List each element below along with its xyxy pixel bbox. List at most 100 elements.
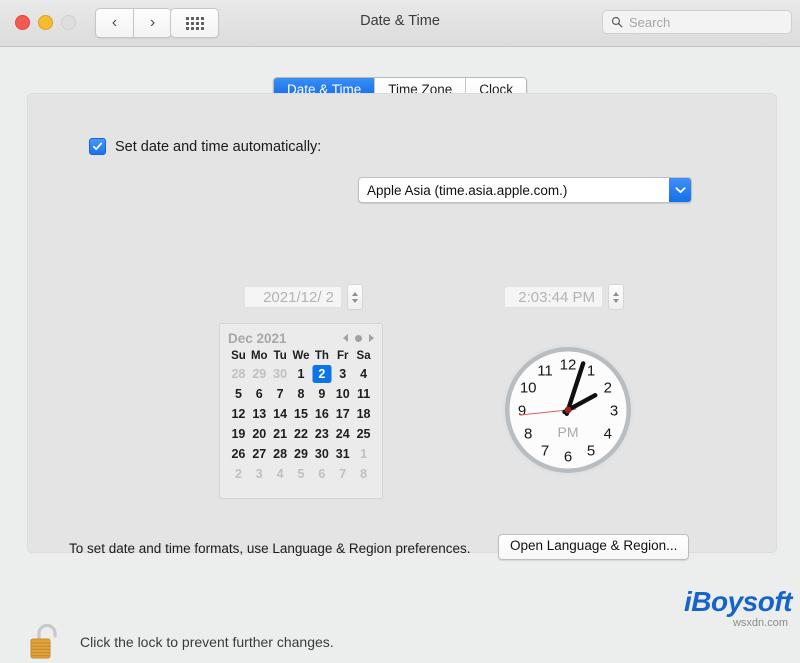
triangle-left-icon[interactable] — [343, 334, 348, 342]
calendar-header: Dec 2021 — [228, 329, 374, 347]
calendar-day[interactable]: 7 — [270, 384, 291, 404]
time-server-dropdown[interactable]: Apple Asia (time.asia.apple.com.) — [358, 177, 692, 203]
set-automatically-label: Set date and time automatically: — [115, 138, 322, 155]
calendar-day[interactable]: 5 — [291, 464, 312, 484]
brand-subtitle: wsxdn.com — [732, 617, 788, 629]
search-icon — [611, 16, 623, 28]
clock-numeral: 10 — [520, 380, 537, 397]
unlocked-padlock-icon[interactable] — [28, 621, 62, 663]
search-field[interactable]: Search — [602, 10, 792, 34]
day-header: Fr — [336, 350, 349, 362]
settings-panel: Set date and time automatically: 2021/12… — [27, 93, 777, 560]
calendar-day[interactable]: 3 — [332, 364, 353, 384]
calendar-week-row: 19 20 21 22 23 24 25 — [228, 424, 374, 444]
calendar-day[interactable]: 8 — [291, 384, 312, 404]
calendar-day[interactable]: 7 — [332, 464, 353, 484]
clock-numeral: 4 — [604, 426, 612, 443]
calendar-day[interactable]: 20 — [249, 424, 270, 444]
calendar-week-row: 26 27 28 29 30 31 1 — [228, 444, 374, 464]
calendar-day[interactable]: 30 — [311, 444, 332, 464]
stepper-up-icon — [352, 291, 358, 296]
chevron-down-icon — [674, 187, 686, 194]
clock-numeral: 3 — [610, 403, 618, 420]
calendar-day[interactable]: 16 — [311, 404, 332, 424]
calendar-day[interactable]: 29 — [249, 364, 270, 384]
calendar-day[interactable]: 22 — [291, 424, 312, 444]
calendar-day[interactable]: 31 — [332, 444, 353, 464]
calendar-day-selected[interactable]: 2 — [311, 364, 332, 384]
stepper-up-icon — [613, 291, 619, 296]
calendar-day[interactable]: 25 — [353, 424, 374, 444]
calendar-day[interactable]: 24 — [332, 424, 353, 444]
calendar-day[interactable]: 21 — [270, 424, 291, 444]
calendar-day[interactable]: 6 — [311, 464, 332, 484]
calendar-day[interactable]: 1 — [353, 444, 374, 464]
calendar-day[interactable]: 4 — [270, 464, 291, 484]
clock-numeral: 1 — [587, 363, 595, 380]
day-header: Su — [231, 350, 246, 362]
calendar-week-row: 2345678 — [228, 464, 374, 484]
clock-numeral: 12 — [560, 357, 577, 374]
analog-clock-face: 12 12 3 45678 9 1011 PM — [502, 344, 634, 476]
day-header: We — [292, 350, 310, 362]
calendar-day[interactable]: 23 — [311, 424, 332, 444]
stepper-down-icon — [352, 298, 358, 303]
calendar-day[interactable]: 27 — [249, 444, 270, 464]
analog-clock: 12 1 2 3 4 5 6 7 8 9 10 11 PM — [500, 342, 636, 478]
calendar-day[interactable]: 29 — [291, 444, 312, 464]
calendar-week-row: 5 6 7 8 9 10 11 — [228, 384, 374, 404]
time-stepper[interactable] — [608, 284, 624, 310]
calendar-day[interactable]: 13 — [249, 404, 270, 424]
calendar-day[interactable]: 26 — [228, 444, 249, 464]
triangle-right-icon[interactable] — [369, 334, 374, 342]
calendar-day[interactable]: 17 — [332, 404, 353, 424]
calendar-day[interactable]: 12 — [228, 404, 249, 424]
calendar-day[interactable]: 14 — [270, 404, 291, 424]
calendar-body: 28 29 30 1 2 3 4 5 6 7 8 9 10 11 12 13 14 15 16 17 18 19 20 21 2… — [228, 364, 374, 484]
clock-numeral: 6 — [564, 449, 572, 466]
clock-numeral: 8 — [524, 426, 532, 443]
calendar-day[interactable]: 30 — [270, 364, 291, 384]
calendar-day[interactable]: 2 — [228, 464, 249, 484]
clock-numeral: 9 — [518, 403, 526, 420]
day-header: Sa — [356, 350, 371, 362]
checkmark-icon — [92, 142, 103, 151]
search-placeholder: Search — [629, 14, 671, 30]
clock-meridiem-label: PM — [558, 424, 579, 440]
clock-numeral: 11 — [537, 363, 553, 380]
dot-icon[interactable] — [355, 334, 362, 342]
calendar-day[interactable]: 8 — [353, 464, 374, 484]
calendar-widget[interactable]: Dec 2021 Su Mo Tu We Th Fr Sa 28 29 30 1… — [219, 323, 383, 499]
lock-row: Click the lock to prevent further change… — [28, 621, 334, 663]
calendar-day[interactable]: 5 — [228, 384, 249, 404]
calendar-day[interactable]: 11 — [353, 384, 374, 404]
calendar-day[interactable]: 18 — [353, 404, 374, 424]
calendar-month-label: Dec 2021 — [228, 330, 287, 346]
dropdown-arrow-button[interactable] — [669, 178, 691, 202]
date-stepper[interactable] — [347, 284, 363, 310]
day-header: Tu — [273, 350, 287, 362]
brand-name: iBoysoft — [684, 586, 793, 617]
calendar-day[interactable]: 15 — [291, 404, 312, 424]
calendar-day[interactable]: 28 — [270, 444, 291, 464]
time-field-group: 2:03:44 PM — [504, 284, 624, 310]
lock-message: Click the lock to prevent further change… — [80, 634, 334, 650]
calendar-day[interactable]: 4 — [353, 364, 374, 384]
calendar-day[interactable]: 10 — [332, 384, 353, 404]
time-input[interactable]: 2:03:44 PM — [504, 286, 603, 308]
calendar-day[interactable]: 19 — [228, 424, 249, 444]
time-server-value: Apple Asia (time.asia.apple.com.) — [367, 182, 568, 198]
date-input[interactable]: 2021/12/ 2 — [244, 286, 342, 308]
calendar-day[interactable]: 9 — [311, 384, 332, 404]
calendar-day[interactable]: 1 — [291, 364, 312, 384]
calendar-day[interactable]: 3 — [249, 464, 270, 484]
open-language-region-button[interactable]: Open Language & Region... — [498, 534, 690, 560]
clock-numeral: 7 — [541, 442, 549, 459]
watermark: iBoysoft wsxdn.com — [684, 586, 793, 630]
calendar-day[interactable]: 28 — [228, 364, 249, 384]
clock-numeral: 5 — [587, 442, 595, 459]
calendar-day[interactable]: 6 — [249, 384, 270, 404]
set-date-time-automatically-checkbox[interactable] — [89, 138, 106, 155]
day-header: Th — [314, 350, 329, 362]
preference-pane-content: Date & Time Time Zone Clock Set date and… — [0, 47, 800, 659]
